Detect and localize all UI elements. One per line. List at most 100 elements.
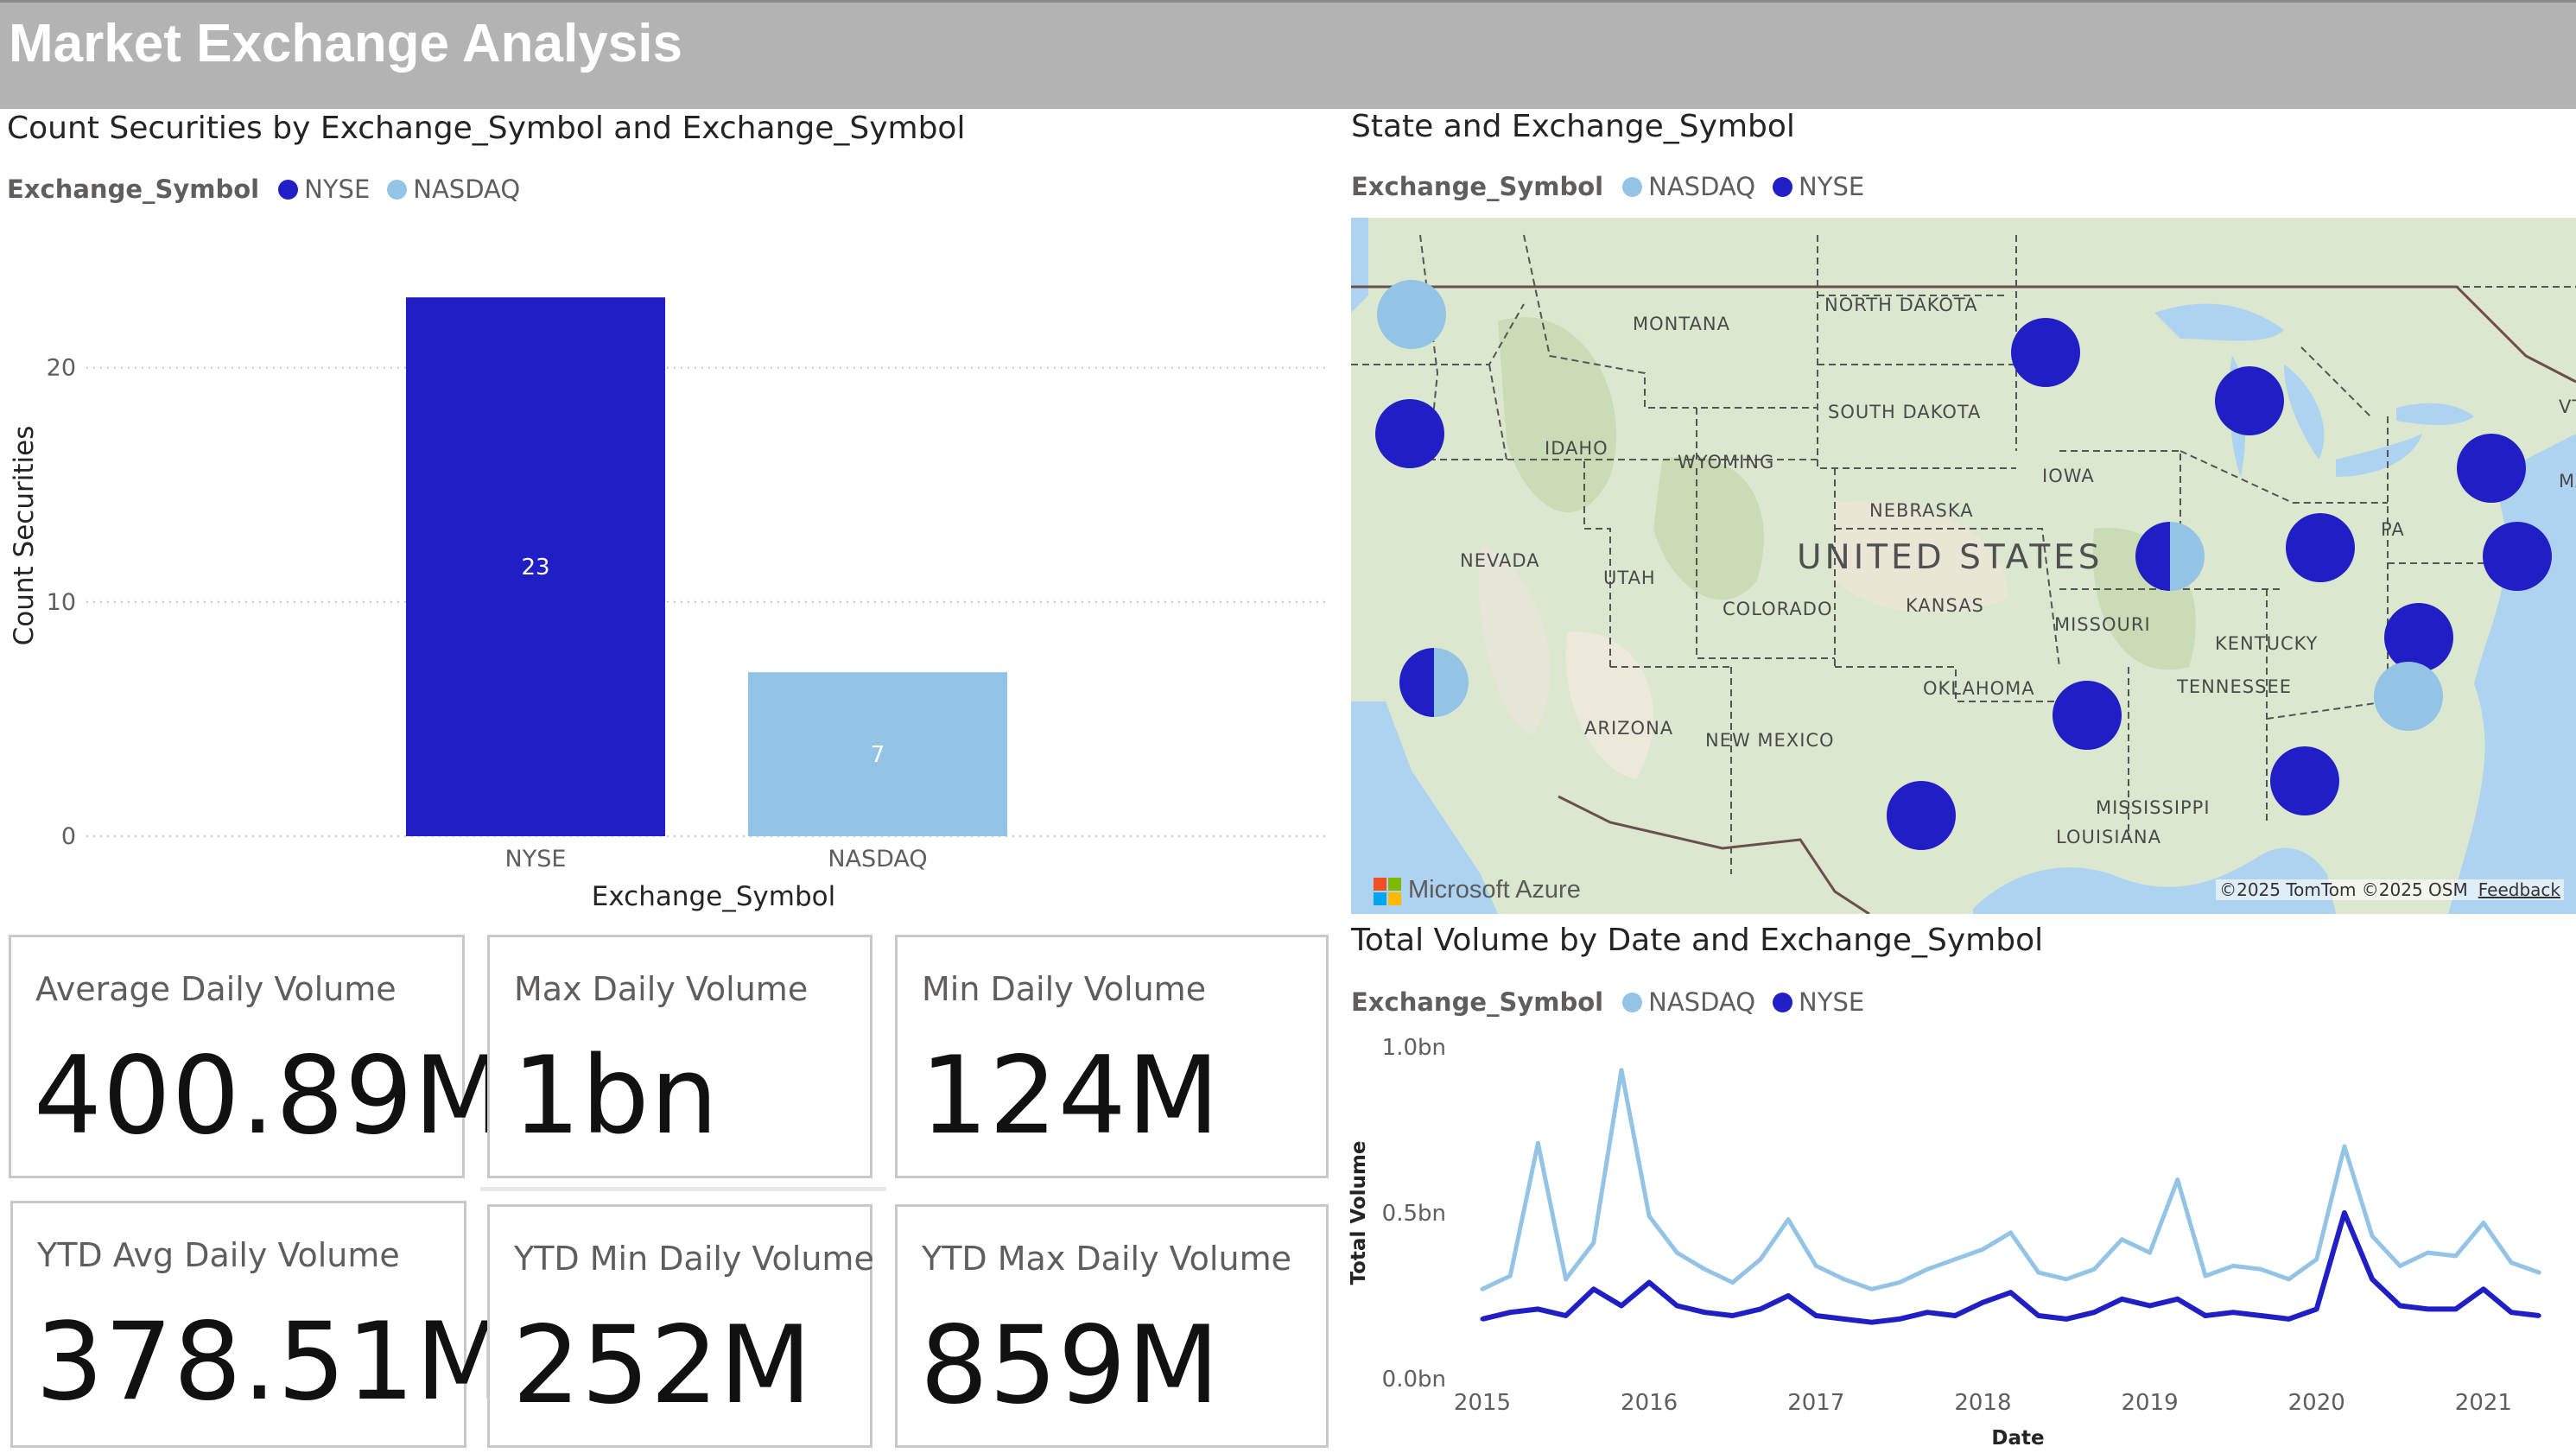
- line-point-nyse: [2425, 1306, 2430, 1311]
- legend-label-nasdaq: NASDAQ: [1648, 172, 1756, 201]
- card-average-daily-volume[interactable]: Average Daily Volume 400.89M: [9, 935, 506, 1178]
- bar-chart-legend: Exchange_Symbol NYSE NASDAQ: [7, 174, 537, 204]
- x-tick-label: 2015: [1454, 1390, 1511, 1416]
- line-point-nyse: [1564, 1313, 1569, 1318]
- card-label: Min Daily Volume: [922, 970, 1207, 1008]
- line-point-nasdaq: [1758, 1257, 1763, 1262]
- x-tick-label: NYSE: [505, 846, 567, 872]
- map-legend: Exchange_Symbol NASDAQ NYSE: [1351, 172, 1881, 201]
- state-label: MONTANA: [1633, 314, 1730, 334]
- y-axis-title: Total Volume: [1348, 1140, 1370, 1285]
- line-point-nyse: [1869, 1320, 1875, 1325]
- map-attribution: ©2025 TomTom ©2025 OSM: [2219, 879, 2468, 900]
- map-brand: Microsoft Azure: [1408, 876, 1581, 904]
- card-label: YTD Avg Daily Volume: [37, 1236, 400, 1274]
- legend-item-nyse[interactable]: NYSE: [1773, 172, 1864, 201]
- state-label: MISSISSIPPI: [2096, 797, 2211, 818]
- legend-item-nasdaq[interactable]: NASDAQ: [1622, 987, 1755, 1017]
- line-point-nyse: [1703, 1310, 1708, 1315]
- map-feedback-link[interactable]: Feedback: [2478, 879, 2560, 900]
- line-point-nasdaq: [2230, 1263, 2236, 1268]
- line-point-nyse: [2287, 1317, 2292, 1322]
- map-canvas[interactable]: MONTANA NORTH DAKOTA SOUTH DAKOTA IDAHO …: [1351, 218, 2576, 914]
- line-point-nyse: [1480, 1317, 1485, 1322]
- line-point-nyse: [1535, 1306, 1540, 1311]
- card-ytd-max-daily-volume[interactable]: YTD Max Daily Volume 859M: [895, 1204, 1329, 1448]
- line-point-nyse: [2175, 1297, 2180, 1302]
- line-point-nasdaq: [2370, 1234, 2375, 1239]
- line-point-nasdaq: [2258, 1266, 2263, 1272]
- line-point-nasdaq: [2091, 1266, 2097, 1272]
- legend-dot-nyse: [278, 179, 299, 200]
- y-tick-label: 20: [47, 355, 76, 382]
- legend-item-nasdaq[interactable]: NASDAQ: [387, 174, 520, 204]
- line-point-nasdaq: [1869, 1286, 1875, 1291]
- line-point-nasdaq: [2064, 1277, 2069, 1282]
- line-point-nyse: [2453, 1306, 2459, 1311]
- bar-chart-title: Count Securities by Exchange_Symbol and …: [7, 111, 966, 146]
- state-label: SOUTH DAKOTA: [1828, 402, 1981, 422]
- line-point-nyse: [1730, 1313, 1735, 1318]
- legend-dot-nyse: [1773, 176, 1793, 197]
- line-point-nyse: [2148, 1304, 2153, 1309]
- line-point-nyse: [2203, 1313, 2208, 1318]
- line-point-nasdaq: [2509, 1260, 2514, 1266]
- line-point-nasdaq: [2453, 1253, 2459, 1259]
- bar-chart[interactable]: 0 10 20 23 NYSE 7 NASDAQ Exchange_Symbol Count S…: [0, 216, 1339, 933]
- line-point-nyse: [1813, 1313, 1818, 1318]
- line-point-nasdaq: [1980, 1247, 1985, 1252]
- card-value: 124M: [920, 1034, 1221, 1158]
- x-tick-label: 2018: [1954, 1390, 2011, 1416]
- state-label: COLORADO: [1723, 599, 1832, 619]
- legend-item-nyse[interactable]: NYSE: [278, 174, 370, 204]
- card-label: Max Daily Volume: [514, 970, 809, 1008]
- line-chart[interactable]: 0.0bn 0.5bn 1.0bn 2015 2016 2017 2018 2019 2020 2…: [1344, 1028, 2571, 1451]
- line-point-nasdaq: [2036, 1270, 2041, 1275]
- state-label: MISSOURI: [2054, 614, 2151, 635]
- line-point-nasdaq: [1952, 1257, 1957, 1262]
- line-point-nyse: [2370, 1277, 2375, 1282]
- line-point-nyse: [1619, 1304, 1624, 1309]
- line-chart-legend: Exchange_Symbol NASDAQ NYSE: [1351, 987, 1881, 1017]
- map-bubble-nyse: [2011, 318, 2080, 387]
- y-axis-title: Count Securities: [9, 426, 40, 646]
- state-label: NEBRASKA: [1869, 500, 1974, 521]
- map-bubble-nyse: [2457, 434, 2526, 503]
- line-point-nasdaq: [2148, 1250, 2153, 1255]
- legend-item-nasdaq[interactable]: NASDAQ: [1622, 172, 1755, 201]
- card-max-daily-volume[interactable]: Max Daily Volume 1bn: [487, 935, 872, 1178]
- state-label: IOWA: [2042, 466, 2095, 486]
- legend-item-nyse[interactable]: NYSE: [1773, 987, 1864, 1017]
- line-point-nyse: [2091, 1310, 2097, 1315]
- x-tick-label: 2020: [2288, 1390, 2345, 1416]
- y-tick-label: 0: [61, 823, 76, 850]
- line-point-nasdaq: [2425, 1250, 2430, 1255]
- y-tick-label: 1.0bn: [1382, 1035, 1446, 1061]
- map-bubble-nyse: [2286, 513, 2355, 582]
- line-point-nasdaq: [1925, 1266, 1930, 1272]
- card-label: Average Daily Volume: [35, 970, 397, 1008]
- line-point-nasdaq: [2175, 1177, 2180, 1183]
- line-point-nasdaq: [1591, 1240, 1596, 1246]
- state-label: VT: [2559, 397, 2576, 417]
- card-ytd-avg-daily-volume[interactable]: YTD Avg Daily Volume 378.51M: [10, 1201, 508, 1448]
- line-point-nyse: [1925, 1310, 1930, 1315]
- state-label: KANSAS: [1906, 595, 1984, 616]
- line-point-nyse: [1758, 1306, 1763, 1311]
- card-ytd-min-daily-volume[interactable]: YTD Min Daily Volume 252M: [487, 1204, 874, 1448]
- map-basemap: MONTANA NORTH DAKOTA SOUTH DAKOTA IDAHO …: [1351, 218, 2576, 914]
- legend-dot-nasdaq: [1622, 176, 1643, 197]
- card-min-daily-volume[interactable]: Min Daily Volume 124M: [895, 935, 1329, 1178]
- line-point-nyse: [2008, 1290, 2014, 1295]
- state-label: NEW MEXICO: [1705, 730, 1835, 751]
- line-point-nyse: [1952, 1313, 1957, 1318]
- card-value: 252M: [512, 1304, 813, 1428]
- legend-label-nyse: NYSE: [1799, 172, 1865, 201]
- line-point-nasdaq: [1841, 1277, 1846, 1282]
- line-point-nyse: [2064, 1317, 2069, 1322]
- line-point-nasdaq: [1646, 1214, 1652, 1219]
- x-tick-label: NASDAQ: [828, 846, 927, 872]
- line-point-nasdaq: [2536, 1270, 2541, 1275]
- state-label: NORTH DAKOTA: [1824, 295, 1977, 315]
- state-label: IDAHO: [1545, 438, 1608, 459]
